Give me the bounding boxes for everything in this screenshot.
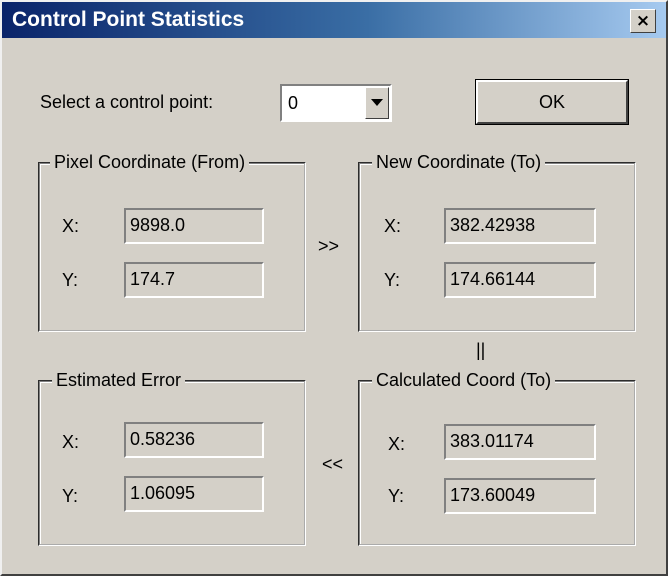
dialog-window: Control Point Statistics × Select a cont… [0, 0, 668, 576]
close-icon: × [635, 11, 651, 31]
forward-arrow: >> [318, 236, 340, 256]
calc-x-label: X: [388, 434, 406, 454]
select-control-point-label: Select a control point: [40, 92, 214, 112]
calculated-coord-group-title: Calculated Coord (To) [372, 370, 556, 391]
pixel-y-label: Y: [62, 270, 79, 290]
calc-x-field[interactable]: 383.01174 [444, 424, 596, 460]
new-coordinate-group-title: New Coordinate (To) [372, 152, 546, 173]
equals-marker: || [476, 340, 486, 360]
calc-y-field[interactable]: 173.60049 [444, 478, 596, 514]
error-y-label: Y: [62, 486, 79, 506]
calc-y-label: Y: [388, 486, 405, 506]
error-x-label: X: [62, 432, 80, 452]
chevron-down-icon[interactable] [365, 87, 389, 119]
close-button[interactable]: × [630, 9, 656, 33]
pixel-x-label: X: [62, 216, 80, 236]
error-x-field[interactable]: 0.58236 [124, 422, 264, 458]
new-y-field[interactable]: 174.66144 [444, 262, 596, 298]
pixel-coordinate-group: Pixel Coordinate (From) X: 9898.0 Y: 174… [38, 152, 306, 332]
pixel-x-field[interactable]: 9898.0 [124, 208, 264, 244]
control-point-select[interactable]: 0 [280, 84, 392, 122]
new-x-label: X: [384, 216, 402, 236]
new-x-field[interactable]: 382.42938 [444, 208, 596, 244]
new-y-label: Y: [384, 270, 401, 290]
back-arrow: << [322, 454, 344, 474]
new-coordinate-group: New Coordinate (To) X: 382.42938 Y: 174.… [358, 152, 636, 332]
pixel-y-field[interactable]: 174.7 [124, 262, 264, 298]
control-point-select-value: 0 [288, 93, 299, 113]
ok-button[interactable]: OK [475, 79, 629, 125]
window-title: Control Point Statistics [12, 8, 245, 31]
estimated-error-group: Estimated Error X: 0.58236 Y: 1.06095 [38, 370, 306, 546]
title-bar[interactable]: Control Point Statistics × [2, 2, 666, 38]
calculated-coord-group: Calculated Coord (To) X: 383.01174 Y: 17… [358, 370, 636, 546]
estimated-error-group-title: Estimated Error [52, 370, 186, 391]
error-y-field[interactable]: 1.06095 [124, 476, 264, 512]
pixel-coordinate-group-title: Pixel Coordinate (From) [50, 152, 250, 173]
